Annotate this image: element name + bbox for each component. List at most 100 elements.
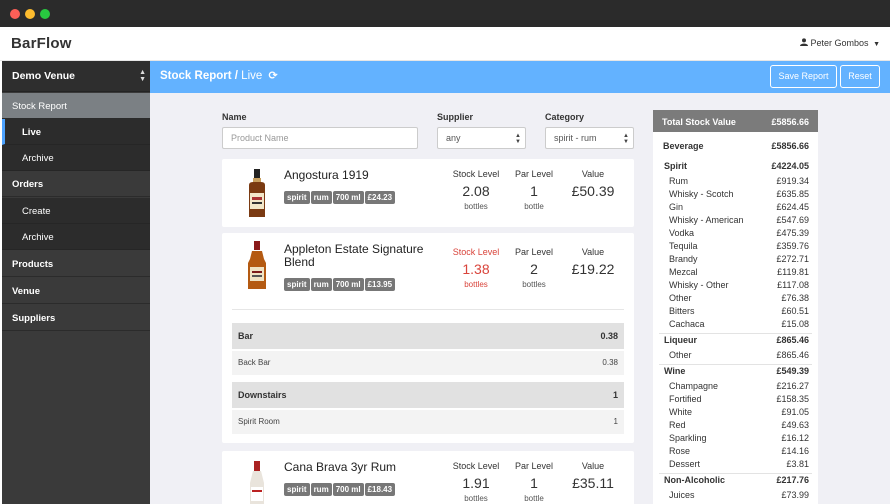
product-tags: spirit rum 700 ml £24.23 — [284, 187, 396, 205]
sidebar-item-label: Orders — [12, 179, 44, 190]
stock-value-summary: Total Stock Value £5856.66 Beverage £5856… — [653, 110, 818, 504]
summary-row-item: Mezcal £119.81 — [653, 267, 818, 280]
tag-badge: £18.43 — [364, 483, 396, 496]
summary-row-name: Rum — [669, 176, 689, 186]
sidebar-item-orders-archive[interactable]: Archive — [2, 224, 150, 250]
user-icon — [799, 38, 808, 46]
summary-row-value: £3.81 — [786, 459, 809, 469]
tag-badge: £13.95 — [364, 278, 396, 291]
sidebar-item-stock-report[interactable]: Stock Report — [2, 93, 150, 119]
summary-row-value: £865.46 — [776, 350, 809, 360]
sidebar-item-create[interactable]: Create — [2, 198, 150, 224]
reset-button[interactable]: Reset — [840, 65, 880, 88]
sidebar-item-products[interactable]: Products — [2, 251, 150, 277]
sidebar-item-label: Stock Report — [12, 101, 67, 112]
save-report-button[interactable]: Save Report — [770, 65, 837, 88]
summary-row-item: Fortified £158.35 — [653, 394, 818, 407]
supplier-select[interactable]: any ▲ ▼ — [437, 127, 526, 149]
summary-row-name: Other — [669, 350, 692, 360]
summary-row-name: Other — [669, 293, 692, 303]
tag-badge: rum — [310, 191, 332, 204]
summary-row-value: £15.08 — [781, 319, 809, 329]
product-name: Angostura 1919 — [284, 168, 369, 182]
value-amount: £35.11 — [572, 475, 614, 491]
product-name-input[interactable]: Product Name — [222, 127, 418, 149]
summary-row-value: £217.76 — [776, 475, 809, 485]
tag-badge: spirit — [284, 191, 310, 204]
par-level: Par Level 1 bottle — [504, 169, 564, 211]
supplier-select-value: any — [446, 133, 461, 143]
value-amount: £50.39 — [571, 183, 615, 199]
sidebar-item-live[interactable]: Live — [2, 119, 150, 145]
summary-row-value: £549.39 — [776, 366, 809, 376]
stock-level: Stock Level 2.08 bottles — [446, 169, 506, 211]
tag-badge: spirit — [284, 483, 310, 496]
brand-logo[interactable]: BarFlow — [11, 35, 72, 52]
sidebar-item-suppliers[interactable]: Suppliers — [2, 305, 150, 331]
sub-location-row[interactable]: Back Bar 0.38 — [232, 351, 624, 375]
product-card[interactable]: Angostura 1919 spirit rum 700 ml £24.23 Sto… — [222, 159, 634, 227]
maximize-window-button[interactable] — [40, 9, 50, 19]
sidebar-item-stock-archive[interactable]: Archive — [2, 145, 150, 171]
summary-row-value: £14.16 — [781, 446, 809, 456]
sidebar-item-venue[interactable]: Venue — [2, 278, 150, 304]
stock-level-label: Stock Level — [452, 247, 500, 257]
category-select[interactable]: spirit - rum ▲ ▼ — [545, 127, 634, 149]
page-title: Stock Report / Live ⟳ — [160, 69, 278, 82]
location-value: 1 — [612, 390, 618, 400]
sub-location-value: 1 — [613, 417, 618, 426]
value-label: Value — [581, 247, 605, 257]
bottle-icon — [249, 169, 265, 217]
tag-badge: spirit — [284, 278, 310, 291]
summary-row-item: Bitters £60.51 — [653, 306, 818, 319]
product-name-line: Appleton Estate Signature — [284, 242, 424, 256]
location-header[interactable]: Downstairs 1 — [232, 382, 624, 408]
sidebar-item-orders[interactable]: Orders — [2, 171, 150, 197]
summary-row-item: Juices £73.99 — [653, 490, 818, 503]
summary-row-name: Sparkling — [669, 433, 707, 443]
summary-row-value: £865.46 — [776, 335, 809, 345]
summary-row-item: Champagne £216.27 — [653, 381, 818, 394]
product-value: Value £19.22 — [563, 247, 623, 277]
summary-row-item: Gin £624.45 — [653, 202, 818, 215]
summary-row-item: Whisky - Other £117.08 — [653, 280, 818, 293]
summary-row-value: £73.99 — [781, 490, 809, 500]
summary-row-value: £49.63 — [781, 420, 809, 430]
summary-row-name: Fortified — [669, 394, 702, 404]
summary-row-value: £635.85 — [776, 189, 809, 199]
location-value: 0.38 — [600, 331, 618, 341]
par-level-unit: bottle — [524, 202, 544, 211]
sub-location-row[interactable]: Spirit Room 1 — [232, 410, 624, 434]
refresh-icon[interactable]: ⟳ — [268, 69, 277, 82]
close-window-button[interactable] — [10, 9, 20, 19]
summary-row-value: £216.27 — [776, 381, 809, 391]
tag-badge: £24.23 — [364, 191, 396, 204]
user-menu[interactable]: Peter Gombos ▼ — [799, 38, 880, 48]
summary-divider — [659, 364, 812, 365]
select-arrows-icon: ▲ ▼ — [623, 133, 629, 145]
product-card[interactable]: Cana Brava 3yr Rum spirit rum 700 ml £18.43… — [222, 451, 634, 504]
summary-row-name: Non-Alcoholic — [664, 475, 725, 485]
summary-row-value: £117.08 — [777, 280, 809, 290]
stock-level-unit: bottles — [464, 280, 488, 289]
summary-row-value: £119.81 — [777, 267, 809, 277]
location-header[interactable]: Bar 0.38 — [232, 323, 624, 349]
summary-row-value: £547.69 — [776, 215, 809, 225]
sidebar-item-label: Products — [12, 259, 54, 270]
summary-row-name: Whisky - Scotch — [669, 189, 734, 199]
sub-location-name: Back Bar — [238, 358, 271, 367]
location-group: Bar 0.38 Back Bar 0.38 — [232, 323, 624, 375]
summary-row-name: Champagne — [669, 381, 719, 391]
minimize-window-button[interactable] — [25, 9, 35, 19]
summary-row-item: Sparkling £16.12 — [653, 433, 818, 446]
summary-row-name: Rose — [669, 446, 691, 456]
tag-badge: rum — [310, 483, 332, 496]
location-group: Downstairs 1 Spirit Room 1 — [232, 382, 624, 434]
summary-row-item: Tequila £359.76 — [653, 241, 818, 254]
tag-badge: 700 ml — [332, 278, 364, 291]
name-filter-label: Name — [222, 112, 247, 122]
summary-header: Total Stock Value £5856.66 — [653, 110, 818, 132]
value-label: Value — [581, 461, 605, 471]
select-arrows-icon: ▲ ▼ — [515, 133, 521, 145]
venue-selector[interactable]: Demo Venue ▲ ▼ — [2, 61, 150, 92]
